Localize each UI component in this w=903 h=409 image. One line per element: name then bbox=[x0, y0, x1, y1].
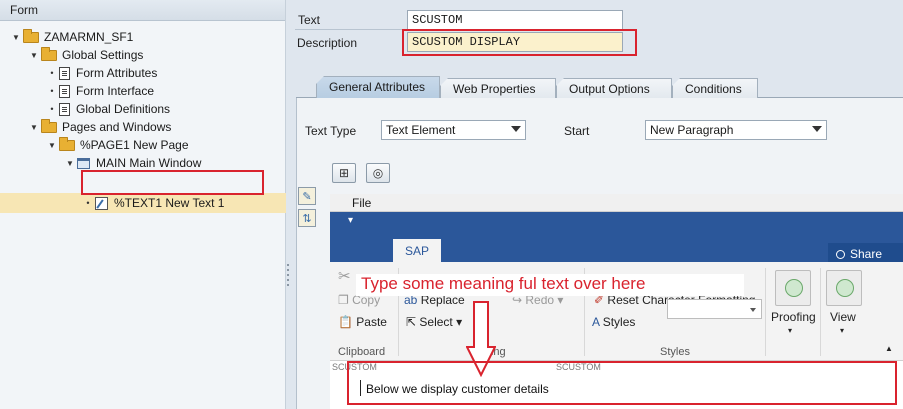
tab-general-attributes[interactable]: General Attributes bbox=[316, 76, 440, 99]
proofing-button[interactable] bbox=[775, 270, 811, 306]
tree-node-label: %TEXT1 New Text 1 bbox=[114, 196, 225, 210]
tree-node-pages-windows[interactable]: ▼ Pages and Windows bbox=[29, 118, 171, 136]
tree-node-label: Global Definitions bbox=[76, 102, 171, 116]
paste-label: Paste bbox=[356, 315, 387, 329]
tab-sap[interactable]: SAP bbox=[393, 239, 441, 262]
description-label: Description bbox=[297, 36, 358, 50]
edit-text-button[interactable]: ✎ bbox=[298, 187, 316, 205]
editor-switch-icon: ⇅ bbox=[302, 212, 312, 225]
paste-button[interactable]: 📋 Paste bbox=[338, 315, 387, 329]
tree-node-global-settings[interactable]: ▼ Global Settings bbox=[29, 46, 143, 64]
person-icon bbox=[836, 250, 845, 259]
quick-access-dropdown-icon[interactable]: ▾ bbox=[348, 215, 353, 226]
tree-node-label: MAIN Main Window bbox=[96, 156, 202, 170]
text-node-icon bbox=[95, 196, 108, 210]
ribbon-separator bbox=[820, 268, 821, 356]
tab-strip: General Attributes Web Properties Output… bbox=[296, 76, 903, 99]
tab-output-options[interactable]: Output Options bbox=[556, 78, 672, 99]
dropdown-arrow-icon bbox=[511, 126, 521, 132]
highlight-box-description bbox=[402, 29, 637, 56]
preview-button[interactable]: ◎ bbox=[366, 163, 390, 183]
view-button[interactable] bbox=[826, 270, 862, 306]
tab-conditions[interactable]: Conditions bbox=[672, 78, 758, 99]
bullet-icon: • bbox=[50, 68, 54, 78]
window-icon bbox=[77, 157, 90, 169]
expand-icon[interactable]: ▼ bbox=[65, 159, 75, 168]
proofing-dropdown-icon[interactable]: ▾ bbox=[788, 326, 792, 335]
text-field[interactable]: SCUSTOM bbox=[407, 10, 623, 30]
expand-icon[interactable]: ▼ bbox=[11, 33, 21, 42]
start-value: New Paragraph bbox=[650, 123, 734, 137]
view-dropdown-icon[interactable]: ▾ bbox=[840, 326, 844, 335]
word-title-bar: ▾ SAP Share bbox=[330, 212, 903, 265]
node-detail-area: Text SCUSTOM Description SCUSTOM DISPLAY… bbox=[290, 0, 903, 409]
bullet-icon: • bbox=[50, 104, 54, 114]
bullet-icon: • bbox=[50, 86, 54, 96]
tree-node-label: Global Settings bbox=[62, 48, 144, 62]
text-type-select[interactable]: Text Element bbox=[381, 120, 526, 140]
insert-field-icon: ⊞ bbox=[338, 166, 350, 180]
tree-node-label: %PAGE1 New Page bbox=[80, 138, 189, 152]
bullet-icon: • bbox=[86, 198, 90, 208]
annotation-callout: Type some meaning ful text over here bbox=[356, 274, 744, 296]
folder-icon bbox=[23, 28, 39, 43]
start-select[interactable]: New Paragraph bbox=[645, 120, 827, 140]
file-menu[interactable]: File bbox=[330, 194, 903, 212]
group-clipboard: Clipboard bbox=[338, 346, 386, 358]
start-label: Start bbox=[564, 124, 590, 138]
dropdown-arrow-icon bbox=[750, 308, 756, 312]
view-label: View bbox=[830, 310, 856, 324]
tree-node-form-interface[interactable]: • Form Interface bbox=[47, 82, 154, 100]
document-icon bbox=[59, 66, 70, 80]
cut-icon[interactable]: ✂ bbox=[338, 267, 351, 285]
tree-node-text1[interactable]: • %TEXT1 New Text 1 bbox=[83, 194, 224, 212]
tree-node-global-definitions[interactable]: • Global Definitions bbox=[47, 100, 170, 118]
tree-body: ▼ ZAMARMN_SF1 ▼ Global Settings • Form A… bbox=[0, 21, 286, 409]
expand-icon[interactable]: ▼ bbox=[29, 51, 39, 60]
tree-node-label: Pages and Windows bbox=[62, 120, 172, 134]
select-label: Select bbox=[419, 315, 453, 329]
tree-node-label: ZAMARMN_SF1 bbox=[44, 30, 134, 44]
tab-web-properties[interactable]: Web Properties bbox=[440, 78, 556, 99]
pencil-icon: ✎ bbox=[302, 190, 312, 203]
ribbon-separator bbox=[765, 268, 766, 356]
tree-node-page1[interactable]: ▼ %PAGE1 New Page bbox=[47, 136, 189, 154]
share-label: Share bbox=[850, 247, 883, 261]
folder-icon bbox=[41, 118, 57, 133]
select-button[interactable]: ⇱ Select ▾ bbox=[406, 315, 462, 329]
folder-icon bbox=[41, 46, 57, 61]
text-label: Text bbox=[298, 13, 321, 27]
highlight-box-document-text bbox=[347, 361, 897, 405]
highlight-box-text-node bbox=[81, 170, 264, 195]
form-tree-panel: Form ▼ ZAMARMN_SF1 ▼ Global Settings • F… bbox=[0, 0, 286, 409]
styles-label: Styles bbox=[602, 315, 636, 329]
group-styles: Styles bbox=[660, 346, 690, 358]
dropdown-arrow-icon bbox=[812, 126, 822, 132]
folder-icon bbox=[59, 136, 75, 151]
collapse-ribbon-icon[interactable]: ▲ bbox=[885, 344, 893, 353]
styles-icon: A bbox=[592, 315, 600, 329]
styles-button[interactable]: A Styles bbox=[592, 315, 635, 329]
tree-node-form-attributes[interactable]: • Form Attributes bbox=[47, 64, 157, 82]
expand-icon[interactable]: ▼ bbox=[29, 123, 39, 132]
text-type-label: Text Type bbox=[305, 124, 357, 138]
expand-icon[interactable]: ▼ bbox=[47, 141, 57, 150]
styles-dropdown[interactable] bbox=[667, 299, 762, 319]
tree-node-label: Form Interface bbox=[76, 84, 155, 98]
switch-editor-button[interactable]: ⇅ bbox=[298, 209, 316, 227]
document-icon bbox=[59, 102, 70, 116]
tree-node-root[interactable]: ▼ ZAMARMN_SF1 bbox=[11, 28, 133, 46]
tree-header: Form bbox=[0, 0, 285, 21]
tree-node-label: Form Attributes bbox=[76, 66, 158, 80]
document-icon bbox=[59, 84, 70, 98]
magnifier-icon: ◎ bbox=[372, 166, 384, 180]
proofing-label: Proofing bbox=[771, 310, 816, 324]
text-type-value: Text Element bbox=[386, 123, 456, 137]
insert-field-button[interactable]: ⊞ bbox=[332, 163, 356, 183]
